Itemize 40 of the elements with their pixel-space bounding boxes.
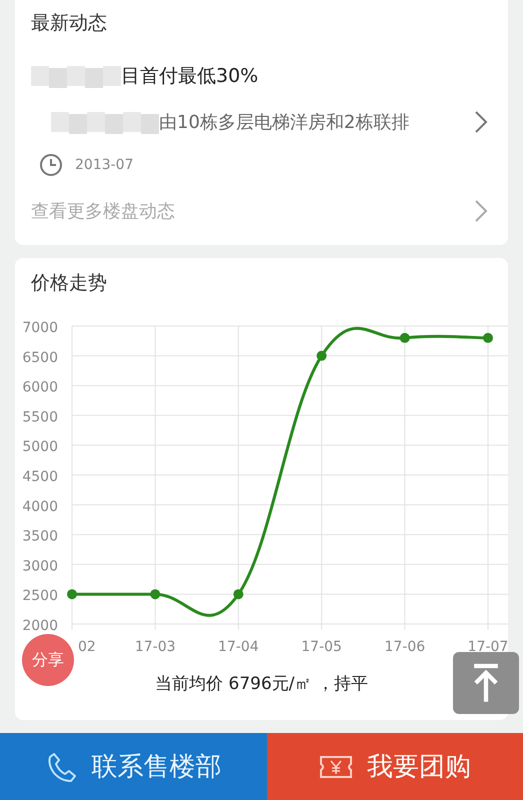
axis-label: 17-05 [301,639,342,655]
axis-label: 17-03 [134,639,176,655]
axis-label: 4500 [22,469,58,485]
price-summary: 当前均价 6796元/㎡ ，持平 [155,673,368,695]
data-point [400,332,410,343]
data-point [67,589,77,600]
axis-label: 17-04 [218,639,259,655]
ticket-icon [319,754,353,780]
axis-label: 5500 [22,409,58,426]
data-point [483,332,493,343]
clock-icon [39,153,63,177]
chevron-icon [474,110,488,134]
blurred-text-icon [31,64,121,88]
blurred-text-icon [51,110,159,134]
axis-label: 17-07 [468,639,508,655]
back-to-top-button[interactable] [453,652,519,714]
data-point [150,589,160,600]
axis-label: 4000 [22,498,58,515]
axis-label: 7000 [22,320,58,336]
axis-label: 2500 [22,588,58,604]
news-headline[interactable]: 目首付最低30% [121,63,258,89]
axis-label: 3000 [22,558,58,574]
axis-label: 6000 [22,380,58,396]
axis-label: 3500 [22,528,58,545]
data-point [233,589,244,600]
news-date: 2013-07 [75,157,134,173]
chevron-icon [474,199,488,223]
more-news-link[interactable]: 查看更多楼盘动态 [31,199,175,223]
group-buy-button[interactable]: 我要团购 [267,733,523,800]
axis-label: 6500 [22,350,58,366]
axis-label: 02 [78,639,96,655]
axis-label: 17-06 [384,639,426,655]
axis-label: 2000 [22,618,58,634]
section-title: 价格走势 [30,271,108,296]
section-title: 最新动态 [31,11,108,36]
data-point [316,350,327,361]
contact-button[interactable]: 联系售楼部 [0,733,267,800]
axis-label: 5000 [22,439,58,456]
news-summary: 由10栋多层电梯洋房和2栋联排 [159,111,410,134]
phone-icon [46,750,78,782]
